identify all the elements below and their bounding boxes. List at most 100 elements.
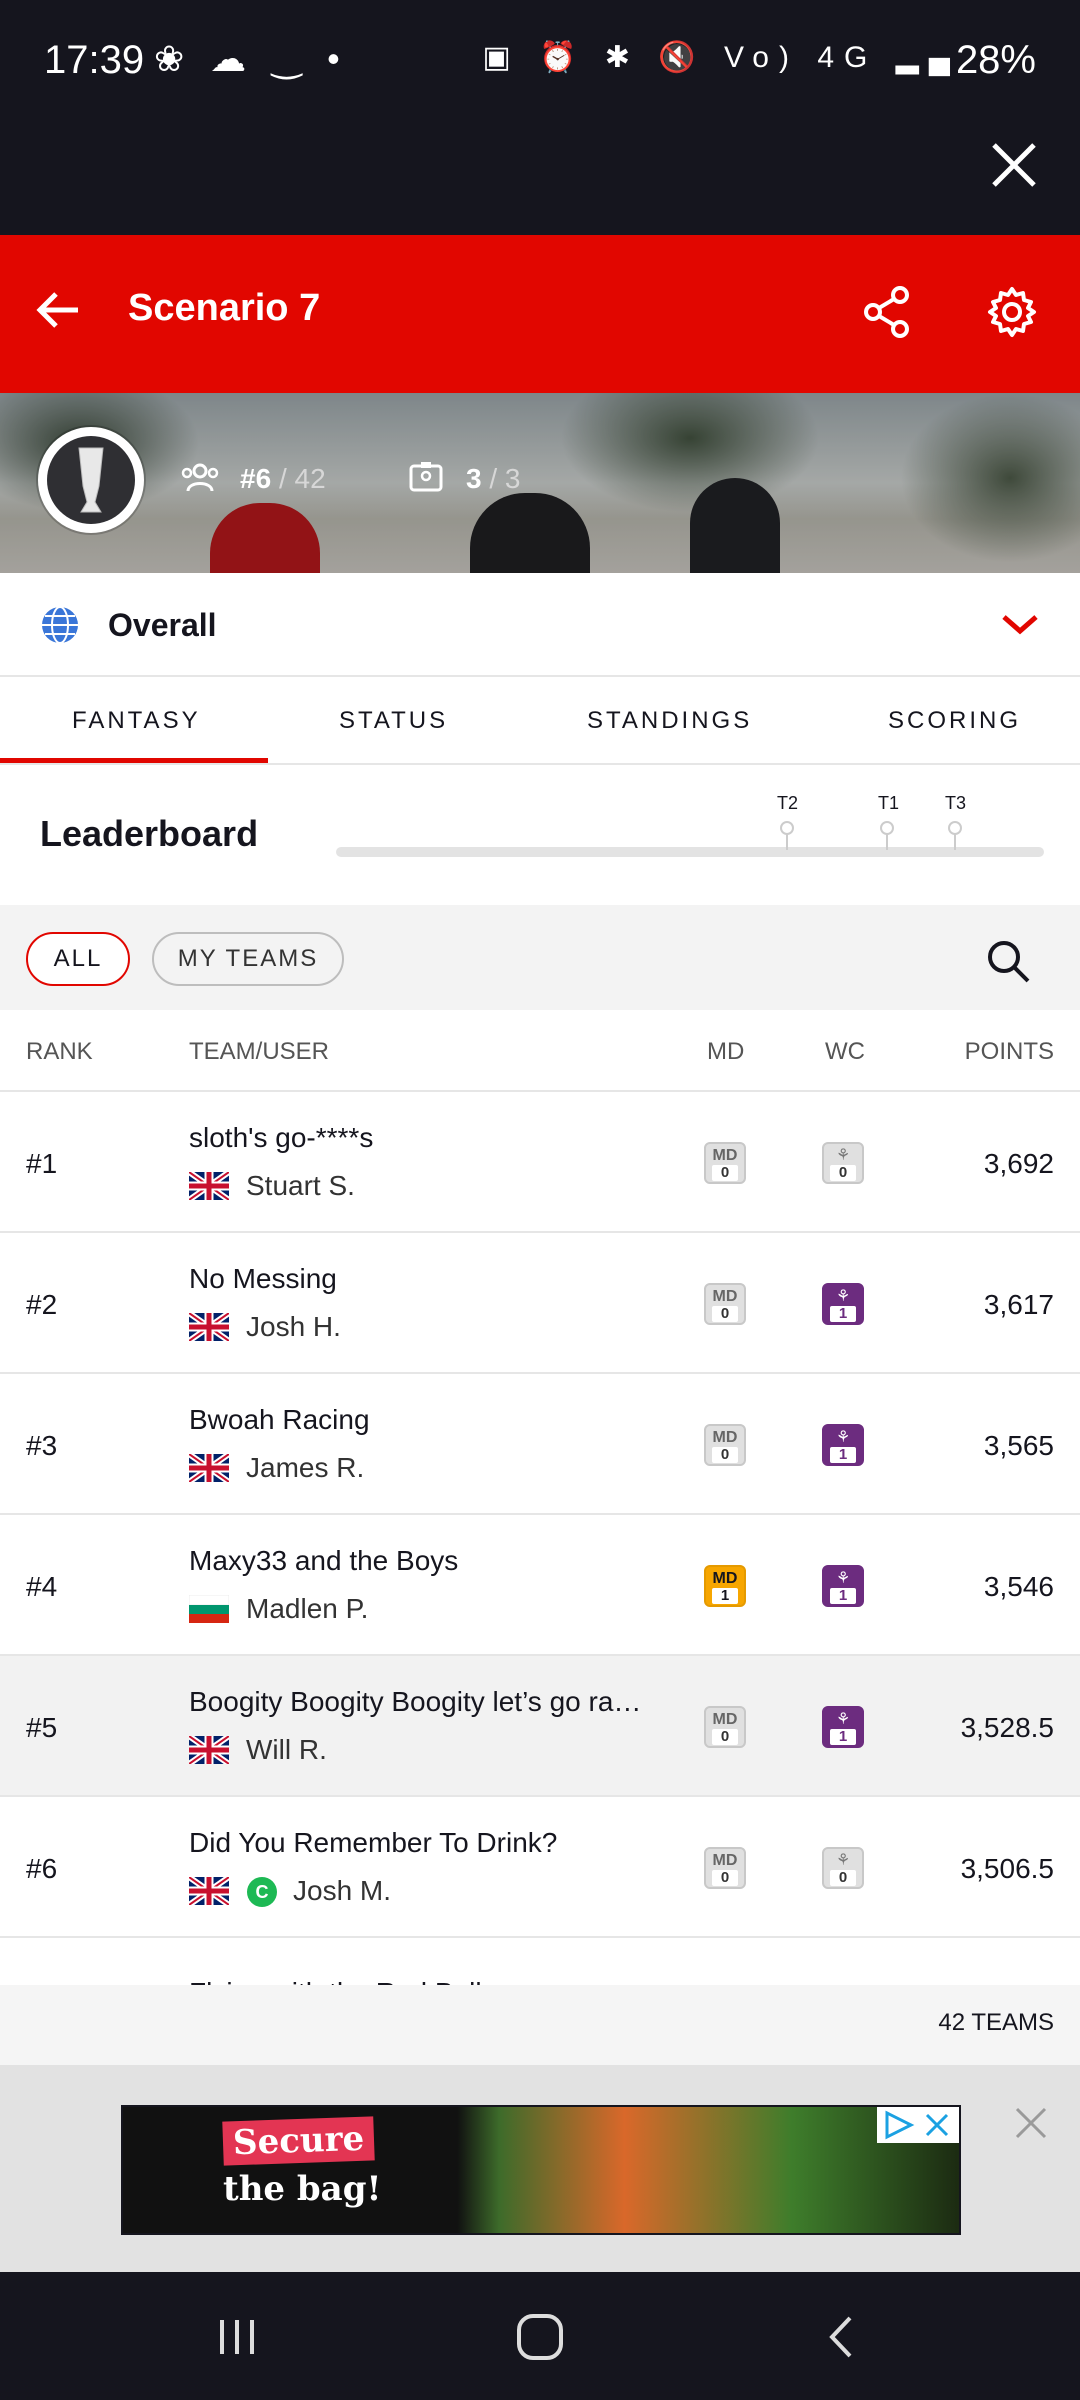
league-hero-banner: #6 / 42 3 / 3: [0, 393, 1080, 573]
row-points: 3,692: [983, 1148, 1054, 1179]
marker-pin-icon: [948, 821, 962, 850]
home-icon[interactable]: [515, 2312, 565, 2362]
tab-bar: FANTASY STATUS STANDINGS SCORING: [0, 677, 1080, 765]
wildcard-chip-icon: ⚘ 1: [822, 1424, 864, 1466]
row-points: 3,617: [983, 1289, 1054, 1320]
search-icon[interactable]: [984, 937, 1032, 985]
row-user-name: Madlen P.: [246, 1593, 369, 1624]
ad-close-icon[interactable]: [1013, 2105, 1049, 2141]
table-row[interactable]: #5 Boogity Boogity Boogity let’s go rac.…: [0, 1656, 1080, 1797]
league-scope-dropdown[interactable]: Overall: [0, 573, 1080, 677]
wildcard-chip-icon: ⚘ 0: [822, 1847, 864, 1889]
status-bar: 17:39 ❀ ☁ ‿ • ▣ ⏰ ✱ 🔇 Vo) 4G ▂▄ 28%: [0, 0, 1080, 125]
page-title: Scenario 7: [128, 287, 321, 329]
row-user-name: Josh H.: [246, 1311, 341, 1342]
leaderboard-header: Leaderboard T2 T1 T3: [0, 765, 1080, 905]
row-rank: #3: [26, 1430, 58, 1461]
filter-all-button[interactable]: ALL: [26, 932, 130, 986]
marker-pin-icon: [780, 821, 794, 850]
leaderboard-progress-track: [336, 847, 1044, 857]
megadriver-chip-icon: MD 0: [704, 1142, 746, 1184]
app-header: Scenario 7: [0, 235, 1080, 393]
leaderboard-table: #1 sloth's go-****s Stuart S. MD 0 ⚘ 0 3,6…: [0, 1092, 1080, 1985]
row-team-name: sloth's go-****s: [189, 1122, 374, 1153]
recent-apps-icon[interactable]: [212, 2312, 262, 2362]
teams-count: 3 / 3: [466, 463, 521, 494]
status-time: 17:39: [44, 38, 145, 82]
row-rank: #5: [26, 1712, 58, 1743]
row-team-name: Flying with the Red Bulls: [189, 1977, 496, 1985]
battery-level: 28%: [955, 38, 1036, 82]
row-user-name: Stuart S.: [246, 1170, 355, 1201]
teams-total-count: 42 TEAMS: [938, 2009, 1054, 2036]
megadriver-chip-icon: MD 0: [704, 1283, 746, 1325]
row-team-name: Did You Remember To Drink?: [189, 1827, 558, 1858]
row-rank: #1: [26, 1148, 58, 1179]
table-footer: 42 TEAMS: [0, 1985, 1080, 2065]
back-icon[interactable]: [818, 2312, 868, 2362]
wildcard-chip-icon: ⚘ 1: [822, 1565, 864, 1607]
megadriver-chip-icon: MD 1: [704, 1565, 746, 1607]
ad-subheadline: the bag!: [223, 2169, 382, 2209]
table-row[interactable]: #1 sloth's go-****s Stuart S. MD 0 ⚘ 0 3,6…: [0, 1092, 1080, 1233]
row-team-name: No Messing: [189, 1263, 337, 1294]
uk-flag-icon: [189, 1736, 229, 1764]
globe-icon: [42, 606, 78, 644]
row-team-name: Bwoah Racing: [189, 1404, 370, 1435]
tab-status[interactable]: STATUS: [339, 707, 448, 735]
tab-scoring[interactable]: SCORING: [888, 707, 1021, 735]
row-rank: #2: [26, 1289, 58, 1320]
table-header: RANK TEAM/USER MD WC POINTS: [0, 1010, 1080, 1092]
close-icon[interactable]: [984, 135, 1044, 195]
wildcard-chip-icon: ⚘ 1: [822, 1706, 864, 1748]
row-points: 3,546: [983, 1571, 1054, 1602]
table-row[interactable]: #4 Maxy33 and the Boys Madlen P. MD 1 ⚘ 1 …: [0, 1515, 1080, 1656]
leaderboard-title: Leaderboard: [40, 813, 259, 854]
share-icon[interactable]: [862, 285, 912, 339]
settings-gear-icon[interactable]: [985, 285, 1039, 339]
tab-fantasy[interactable]: FANTASY: [72, 707, 201, 735]
back-arrow-icon[interactable]: [34, 285, 84, 335]
system-nav-bar: [0, 2272, 1080, 2400]
row-team-name: Maxy33 and the Boys: [189, 1545, 459, 1576]
table-row[interactable]: #2 No Messing Josh H. MD 0 ⚘ 1 3,617: [0, 1233, 1080, 1374]
row-user-name: Will R.: [246, 1734, 327, 1765]
row-points: 3,565: [983, 1430, 1054, 1461]
row-rank: #6: [26, 1853, 58, 1884]
uk-flag-icon: [189, 1877, 229, 1905]
column-md: MD: [707, 1038, 745, 1065]
filter-my-teams-button[interactable]: MY TEAMS: [152, 932, 344, 986]
megadriver-chip-icon: MD 0: [704, 1706, 746, 1748]
wildcard-chip-icon: ⚘ 0: [822, 1142, 864, 1184]
row-rank: #4: [26, 1571, 58, 1602]
active-tab-indicator: [0, 758, 268, 763]
table-row[interactable]: #3 Bwoah Racing James R. MD 0 ⚘ 1 3,565: [0, 1374, 1080, 1515]
league-scope-label: Overall: [108, 607, 217, 643]
column-rank: RANK: [26, 1038, 93, 1065]
table-row[interactable]: #6 Did You Remember To Drink? C Josh M. …: [0, 1797, 1080, 1938]
captain-badge: C: [247, 1877, 277, 1907]
marker-pin-icon: [880, 821, 894, 850]
row-points: 3,506.5: [960, 1853, 1054, 1884]
row-points: 3,528.5: [960, 1712, 1054, 1743]
row-team-name: Boogity Boogity Boogity let’s go rac...: [189, 1686, 649, 1717]
wildcard-chip-icon: ⚘ 1: [822, 1283, 864, 1325]
uk-flag-icon: [189, 1313, 229, 1341]
tab-standings[interactable]: STANDINGS: [587, 707, 752, 735]
megadriver-chip-icon: MD 0: [704, 1424, 746, 1466]
marker-label-t2: T2: [777, 793, 799, 813]
ad-headline: Secure: [222, 2116, 375, 2166]
team-card-icon: [409, 462, 443, 492]
ad-banner[interactable]: Secure the bag!: [121, 2105, 961, 2235]
column-wc: WC: [825, 1038, 865, 1065]
users-icon: [181, 463, 219, 492]
filter-bar: ALL MY TEAMS: [0, 905, 1080, 1010]
column-points: POINTS: [964, 1038, 1054, 1065]
row-user-name: Josh M.: [293, 1875, 392, 1906]
bulgaria-flag-icon: [189, 1595, 229, 1623]
ad-choices-icon[interactable]: [877, 2107, 959, 2143]
megadriver-chip-icon: MD 0: [704, 1847, 746, 1889]
marker-label-t1: T1: [878, 793, 900, 813]
chevron-down-icon: [1002, 615, 1038, 635]
uk-flag-icon: [189, 1454, 229, 1482]
